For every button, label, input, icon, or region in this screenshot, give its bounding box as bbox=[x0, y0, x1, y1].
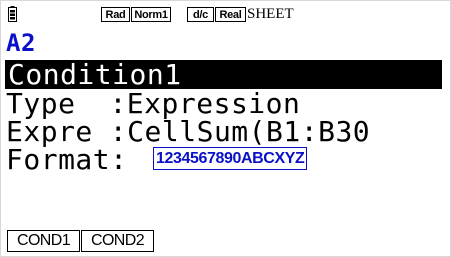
display-mode-indicator: Norm1 bbox=[131, 7, 171, 22]
type-row[interactable]: Type:Expression bbox=[6, 89, 300, 118]
cond1-button[interactable]: COND1 bbox=[7, 230, 80, 252]
cond2-button[interactable]: COND2 bbox=[81, 230, 154, 252]
format-row[interactable]: Format: bbox=[6, 145, 128, 174]
calculator-screen: Rad Norm1 d/c Real SHEET A2 Condition1 T… bbox=[0, 0, 451, 257]
format-sample[interactable]: 1234567890ABCXYZ bbox=[153, 147, 308, 170]
cell-reference: A2 bbox=[6, 29, 36, 57]
format-separator: : bbox=[110, 143, 128, 176]
expression-value: CellSum(B1:B30 bbox=[127, 115, 371, 148]
angle-mode-indicator: Rad bbox=[101, 7, 130, 22]
format-label: Format bbox=[6, 143, 111, 176]
condition-title: Condition1 bbox=[8, 58, 182, 91]
complex-mode-indicator: Real bbox=[215, 7, 246, 22]
battery-icon bbox=[8, 6, 17, 22]
fraction-mode-indicator: d/c bbox=[187, 7, 214, 22]
app-name: SHEET bbox=[247, 6, 294, 22]
status-bar: Rad Norm1 d/c Real SHEET bbox=[1, 1, 450, 29]
expression-row[interactable]: Expre:CellSum(B1:B30 bbox=[6, 117, 370, 146]
condition-title-bar[interactable]: Condition1 bbox=[5, 60, 442, 89]
